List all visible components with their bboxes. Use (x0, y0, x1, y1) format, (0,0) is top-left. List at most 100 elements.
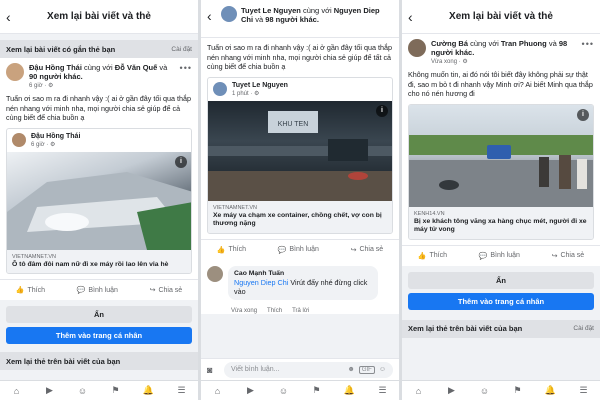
footer-section-header: Xem lại thẻ trên bài viết của bạn (0, 352, 198, 370)
flag-icon[interactable]: ⚑ (309, 385, 325, 396)
menu-icon[interactable]: ☰ (576, 385, 592, 396)
shared-post[interactable]: Tuyet Le Nguyen 1 phút · ⚙ KHU TEN i VIE… (207, 76, 393, 234)
share-button[interactable]: ↪ Chia sẻ (351, 246, 384, 254)
back-arrow-icon[interactable]: ‹ (6, 10, 20, 24)
camera-icon[interactable]: ◙ (207, 365, 219, 375)
post-actions: 👍 Thích 💬 Bình luận ↪ Chia sẻ (201, 238, 399, 260)
post-actions: 👍 Thích 💬 Bình luận ↪ Chia sẻ (0, 279, 198, 300)
footer-section-label: Xem lại thẻ trên bài viết của bạn (6, 356, 121, 366)
share-button[interactable]: ↪ Chia sẻ (150, 286, 183, 295)
shared-post[interactable]: Đậu Hồng Thái 6 giờ · ⚙ i VIETNAMNET.VN (6, 127, 192, 274)
like-button[interactable]: 👍 Thích (217, 246, 246, 254)
comment-input[interactable]: Viết bình luận... ☻ GIF ☺ (224, 361, 393, 378)
more-options-icon[interactable]: ••• (582, 39, 594, 49)
link-preview[interactable]: VIETNAMNET.VN Xe máy va chạm xe containe… (208, 200, 392, 233)
tagged-name[interactable]: Đỗ Văn Quế (115, 63, 158, 72)
tagged-name[interactable]: Tran Phuong (501, 39, 547, 48)
hide-button[interactable]: Ẩn (408, 271, 594, 289)
avatar[interactable] (6, 63, 24, 81)
car-photo-illustration (7, 171, 191, 250)
comment-icon: 💬 (478, 252, 488, 260)
flag-icon[interactable]: ⚑ (108, 385, 124, 396)
link-source: VIETNAMNET.VN (12, 253, 57, 260)
watch-icon[interactable]: ▶ (444, 385, 460, 396)
info-icon[interactable]: i (577, 108, 589, 121)
settings-link[interactable]: Cài đặt (573, 325, 594, 332)
groups-icon[interactable]: ☺ (276, 386, 292, 396)
link-title: Xe máy va chạm xe container, chồng chết,… (213, 211, 382, 228)
link-source: VIETNAMNET.VN (213, 204, 258, 211)
groups-icon[interactable]: ☺ (477, 386, 493, 396)
menu-icon[interactable]: ☰ (174, 385, 190, 396)
emoji-icon[interactable]: ☺ (379, 366, 386, 373)
back-arrow-icon[interactable]: ‹ (207, 9, 221, 23)
post-photo[interactable]: i (409, 104, 593, 207)
mention-link[interactable]: Nguyen Diep Chi (234, 278, 288, 287)
shared-author[interactable]: Đậu Hồng Thái (31, 133, 80, 140)
comment-author[interactable]: Cao Mạnh Tuấn (234, 270, 372, 277)
panel-2: ‹ Tuyet Le Nguyen cùng với Nguyen Diep C… (201, 0, 399, 400)
author-name[interactable]: Đậu Hồng Thái (29, 63, 82, 72)
comment-icon: 💬 (76, 287, 86, 294)
back-arrow-icon[interactable]: ‹ (408, 10, 422, 24)
comment-button[interactable]: 💬 Bình luận (479, 252, 520, 260)
info-icon[interactable]: i (376, 104, 388, 117)
shared-author[interactable]: Tuyet Le Nguyen (232, 82, 288, 89)
comment-button[interactable]: 💬 Bình luận (76, 286, 118, 295)
notifications-icon[interactable]: 🔔 (342, 385, 358, 396)
link-title: Ô tô đâm đôi nam nữ đi xe máy rồi lao lê… (12, 260, 169, 268)
link-preview[interactable]: VIETNAMNET.VN Ô tô đâm đôi nam nữ đi xe … (7, 249, 191, 273)
notifications-icon[interactable]: 🔔 (543, 385, 559, 396)
like-button[interactable]: 👍 Thích (418, 252, 447, 260)
post: Tuẩn ơi sao m ra đi nhanh vậy :( ai ở gầ… (201, 38, 399, 239)
page-title: Xem lại bài viết và thẻ (449, 11, 553, 22)
bottom-nav: ⌂ ▶ ☺ ⚑ 🔔 ☰ (201, 380, 399, 400)
info-icon[interactable]: i (175, 155, 187, 168)
comment-reply-link[interactable]: Trả lời (292, 308, 309, 314)
others-link[interactable]: 98 người khác. (265, 15, 319, 24)
share-button[interactable]: ↪ Chia sẻ (552, 252, 585, 260)
section-header: Xem lại thẻ trên bài viết của bạn Cài đặ… (402, 319, 600, 338)
comment-icon: 💬 (277, 246, 287, 254)
link-preview[interactable]: KENH14.VN Bị xe khách tông văng xa hàng … (409, 206, 593, 239)
post-photo[interactable]: i (7, 151, 191, 250)
avatar[interactable] (207, 265, 223, 282)
post-photo[interactable]: KHU TEN i (208, 100, 392, 201)
share-icon: ↪ (350, 246, 357, 254)
avatar (12, 132, 26, 147)
avatar-sticker-icon[interactable]: ☻ (347, 366, 354, 373)
watch-icon[interactable]: ▶ (42, 385, 58, 396)
others-link[interactable]: 90 người khác. (29, 72, 83, 81)
add-to-profile-button[interactable]: Thêm vào trang cá nhân (6, 327, 192, 344)
road-accident-illustration (409, 134, 593, 207)
comment-text: Nguyen Diep Chi Virút đấy nhé đừng click… (234, 277, 368, 296)
comment-button[interactable]: 💬 Bình luận (278, 246, 319, 254)
flag-icon[interactable]: ⚑ (510, 385, 526, 396)
section-label: Xem lại thẻ trên bài viết của bạn (408, 324, 523, 333)
home-icon[interactable]: ⌂ (9, 386, 25, 396)
settings-link[interactable]: Cài đặt (171, 46, 192, 53)
bottom-nav: ⌂ ▶ ☺ ⚑ 🔔 ☰ (0, 380, 198, 400)
comment: Cao Mạnh Tuấn Nguyen Diep Chi Virút đấy … (201, 259, 399, 306)
like-button[interactable]: 👍 Thích (15, 286, 45, 295)
hide-button[interactable]: Ẩn (6, 306, 192, 323)
avatar (213, 81, 227, 96)
more-options-icon[interactable]: ••• (180, 63, 192, 73)
like-icon: 👍 (15, 287, 25, 294)
home-icon[interactable]: ⌂ (210, 386, 226, 396)
author-name[interactable]: Tuyet Le Nguyen (241, 6, 301, 15)
groups-icon[interactable]: ☺ (75, 386, 91, 396)
avatar[interactable] (408, 39, 426, 57)
comment-input-bar: ◙ Viết bình luận... ☻ GIF ☺ (201, 358, 399, 380)
add-to-profile-button[interactable]: Thêm vào trang cá nhân (408, 292, 594, 310)
author-name[interactable]: Cường Bá (431, 39, 468, 48)
gif-icon[interactable]: GIF (358, 365, 375, 374)
watch-icon[interactable]: ▶ (243, 385, 259, 396)
shared-post[interactable]: i KENH14.VN Bị xe khách tông văng xa hàn… (408, 103, 594, 240)
notifications-icon[interactable]: 🔔 (141, 385, 157, 396)
avatar[interactable] (221, 6, 237, 22)
comment-like-link[interactable]: Thích (267, 308, 282, 314)
menu-icon[interactable]: ☰ (375, 385, 391, 396)
home-icon[interactable]: ⌂ (411, 386, 427, 396)
panel-3: ‹ Xem lại bài viết và thẻ Cường Bá cùng … (402, 0, 600, 400)
